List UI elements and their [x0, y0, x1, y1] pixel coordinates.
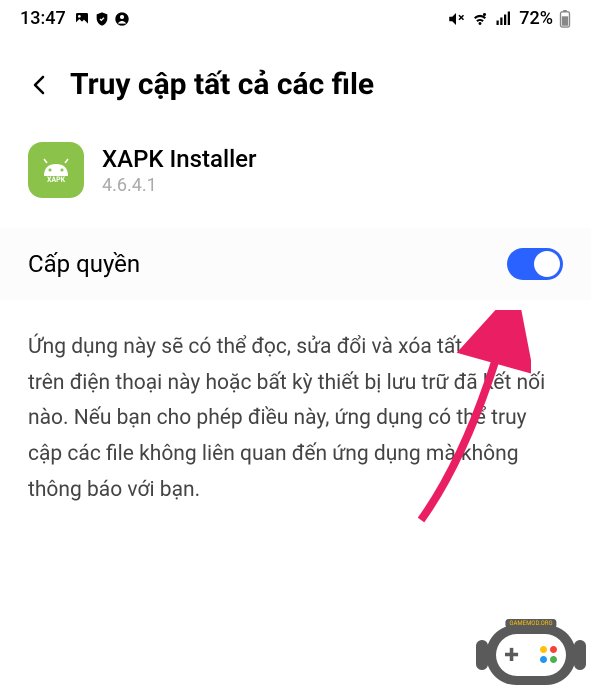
image-icon	[74, 11, 90, 27]
watermark-logo: GAMEMOD.ORG ✚	[486, 625, 576, 685]
app-version: 4.6.4.1	[102, 175, 257, 196]
dpad-icon: ✚	[504, 645, 519, 666]
permission-toggle[interactable]	[507, 248, 563, 280]
gamepad-icon: GAMEMOD.ORG ✚	[486, 625, 576, 685]
back-button[interactable]	[28, 73, 52, 97]
page-title: Truy cập tất cả các file	[70, 67, 374, 102]
permission-row: Cấp quyền	[0, 228, 591, 300]
app-name: XAPK Installer	[102, 145, 257, 173]
permission-description: Ứng dụng này sẽ có thể đọc, sửa đổi và x…	[0, 300, 591, 538]
action-buttons-icon	[540, 646, 558, 664]
status-time: 13:47	[20, 8, 66, 29]
svg-text:XAPK: XAPK	[47, 176, 66, 184]
header: Truy cập tất cả các file	[0, 37, 591, 132]
battery-percent: 72%	[519, 8, 553, 29]
status-left: 13:47	[20, 8, 130, 29]
signal-icon	[495, 10, 513, 28]
account-icon	[114, 11, 130, 27]
shield-check-icon	[94, 11, 110, 27]
logo-text: GAMEMOD.ORG	[505, 619, 556, 628]
app-text: XAPK Installer 4.6.4.1	[102, 145, 257, 196]
chevron-left-icon	[28, 73, 52, 97]
status-right: 72%	[447, 8, 571, 29]
app-icon: XAPK	[28, 142, 84, 198]
toggle-knob	[534, 251, 560, 277]
wifi-icon	[471, 10, 489, 28]
android-icon: XAPK	[36, 156, 76, 184]
battery-icon	[559, 10, 571, 28]
permission-label: Cấp quyền	[28, 250, 140, 278]
app-info: XAPK XAPK Installer 4.6.4.1	[0, 132, 591, 228]
status-bar: 13:47 72%	[0, 0, 591, 37]
status-notification-icons	[74, 11, 130, 27]
mute-icon	[447, 10, 465, 28]
